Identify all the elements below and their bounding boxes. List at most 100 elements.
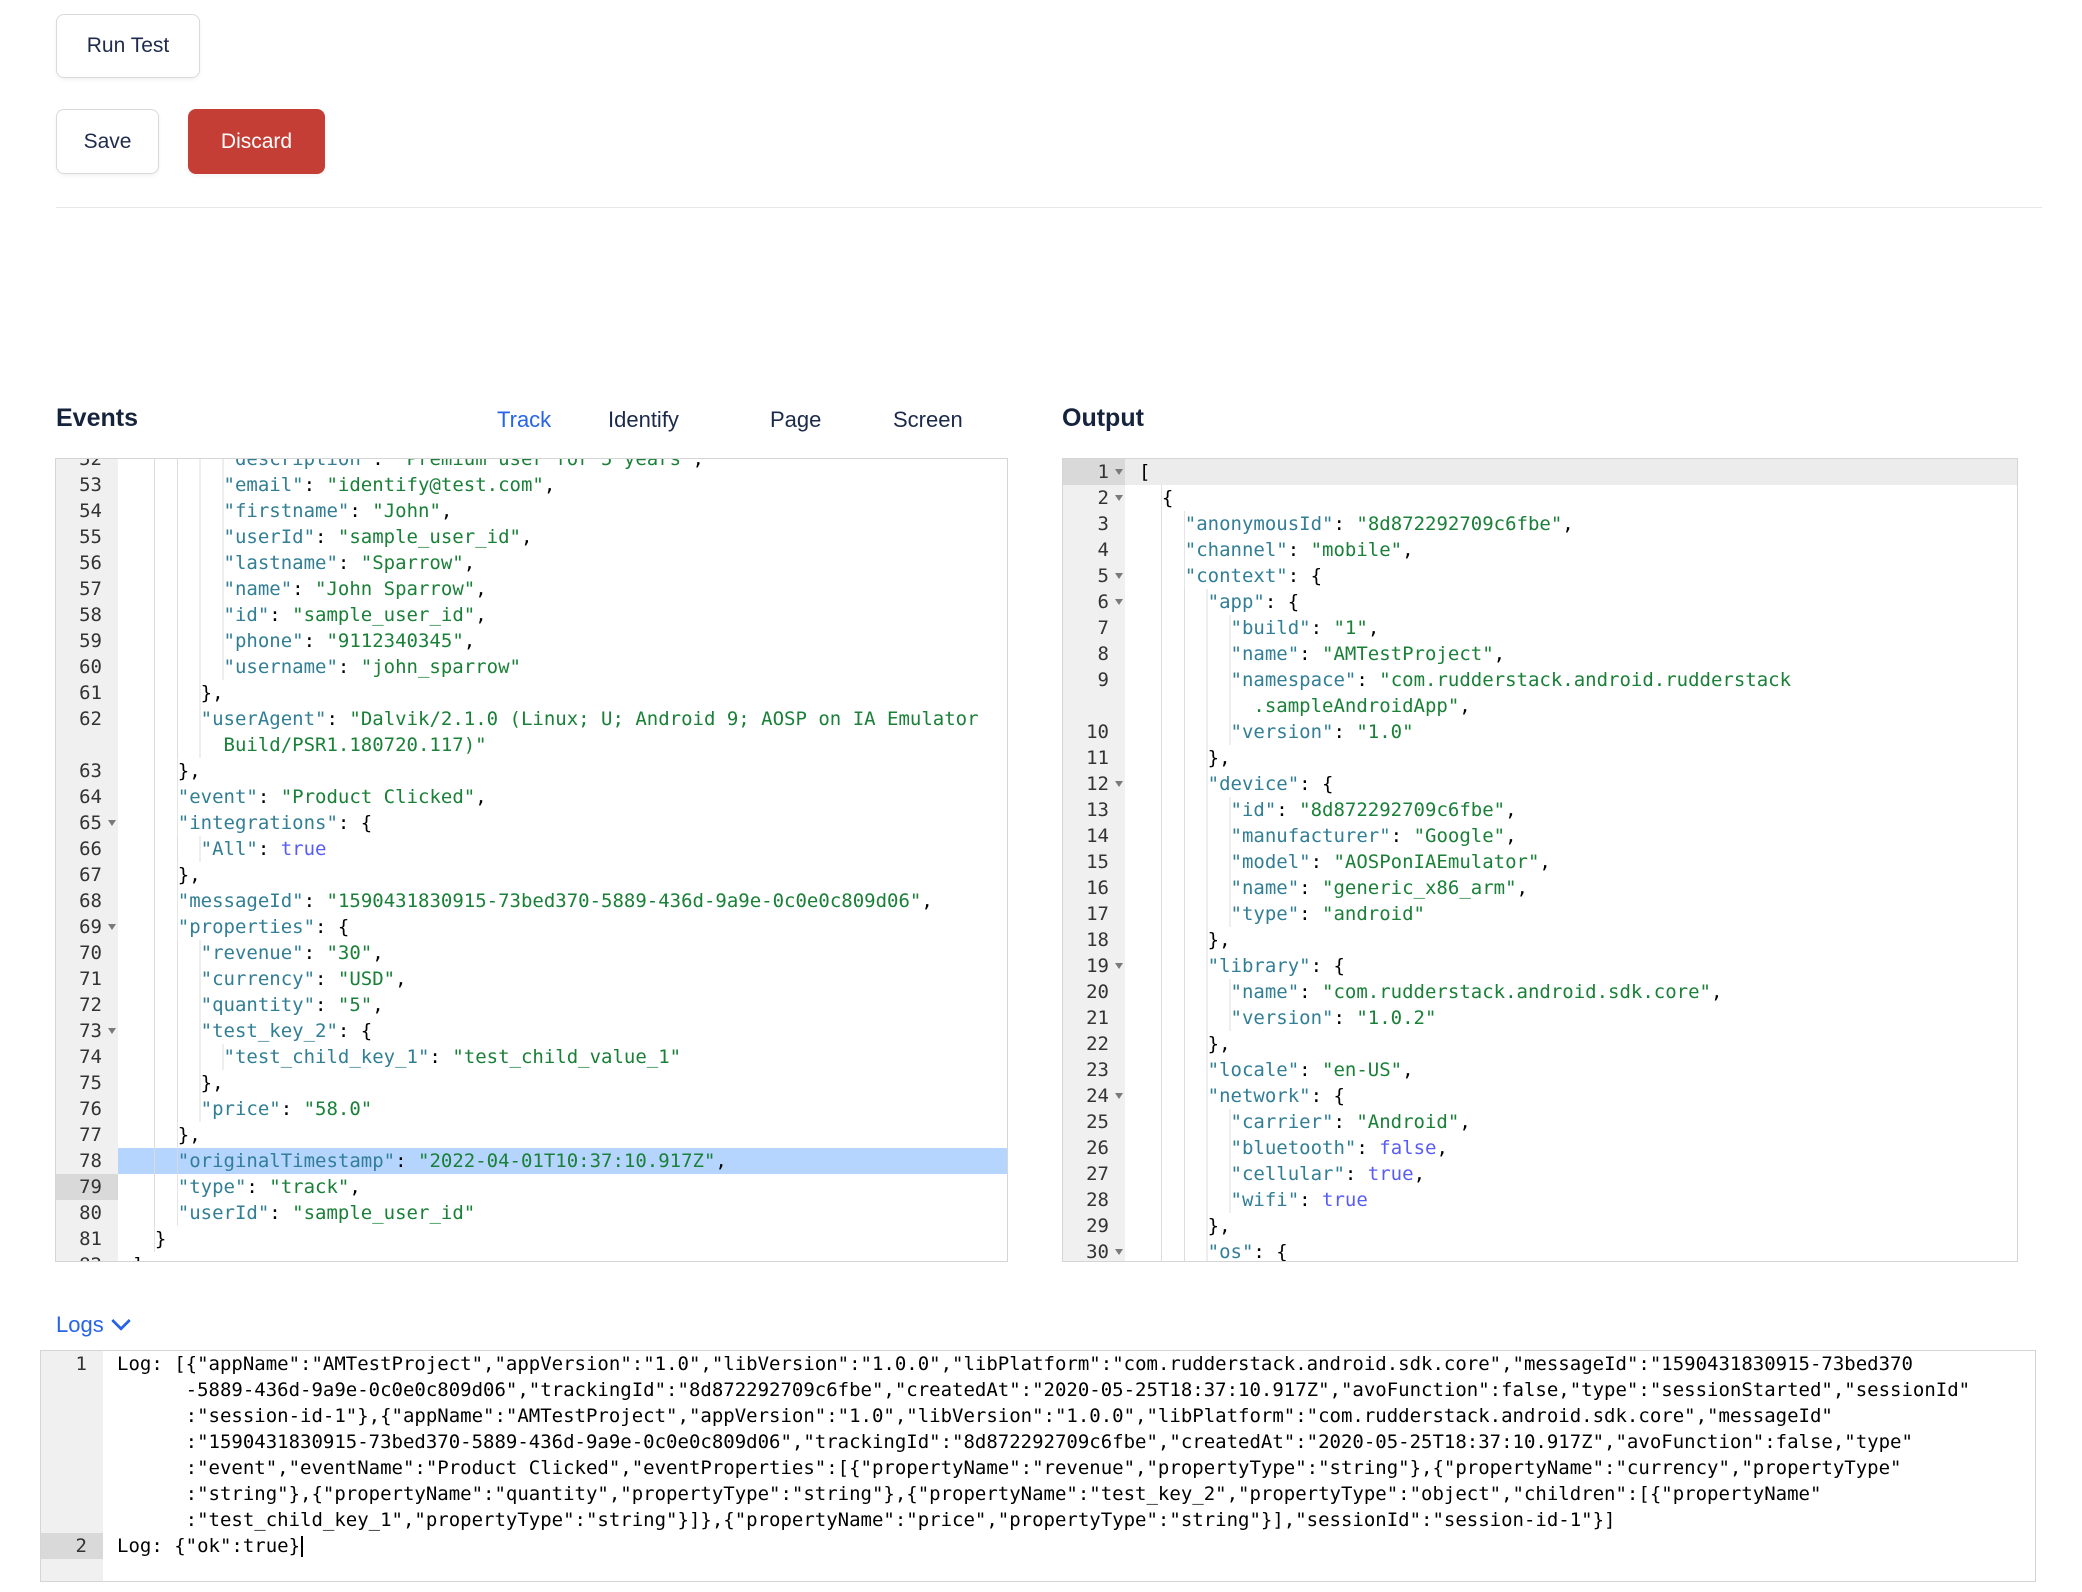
code-line[interactable]: 6 "app": {: [1063, 589, 2017, 615]
line-number[interactable]: 81: [56, 1226, 118, 1252]
code-text[interactable]: "originalTimestamp": "2022-04-01T10:37:1…: [118, 1148, 1007, 1174]
line-number[interactable]: 15: [1063, 849, 1125, 875]
code-text[interactable]: },: [118, 680, 1007, 706]
line-number[interactable]: 73: [56, 1018, 118, 1044]
code-text[interactable]: "context": {: [1125, 563, 2017, 589]
line-number[interactable]: 64: [56, 784, 118, 810]
code-line[interactable]: 64 "event": "Product Clicked",: [56, 784, 1007, 810]
line-number[interactable]: 2: [1063, 485, 1125, 511]
line-number[interactable]: 76: [56, 1096, 118, 1122]
code-text[interactable]: "type": "track",: [118, 1174, 1007, 1200]
line-number[interactable]: 18: [1063, 927, 1125, 953]
code-text[interactable]: "revenue": "30",: [118, 940, 1007, 966]
code-line[interactable]: 73 "test_key_2": {: [56, 1018, 1007, 1044]
code-text[interactable]: "carrier": "Android",: [1125, 1109, 2017, 1135]
line-number[interactable]: 10: [1063, 719, 1125, 745]
code-line[interactable]: 77 },: [56, 1122, 1007, 1148]
line-number[interactable]: 21: [1063, 1005, 1125, 1031]
code-line[interactable]: 72 "quantity": "5",: [56, 992, 1007, 1018]
fold-icon[interactable]: [108, 924, 116, 930]
line-number[interactable]: 23: [1063, 1057, 1125, 1083]
code-text[interactable]: "username": "john_sparrow": [118, 654, 1007, 680]
code-text[interactable]: "price": "58.0": [118, 1096, 1007, 1122]
code-line[interactable]: 79 "type": "track",: [56, 1174, 1007, 1200]
code-line[interactable]: 14 "manufacturer": "Google",: [1063, 823, 2017, 849]
line-number[interactable]: 61: [56, 680, 118, 706]
code-text[interactable]: "version": "1.0": [1125, 719, 2017, 745]
line-number[interactable]: 82: [56, 1252, 118, 1262]
code-line[interactable]: 2Log: {"ok":true}: [41, 1533, 2035, 1559]
code-line[interactable]: 9 "namespace": "com.rudderstack.android.…: [1063, 667, 2017, 719]
line-number[interactable]: 78: [56, 1148, 118, 1174]
line-number[interactable]: 11: [1063, 745, 1125, 771]
fold-icon[interactable]: [1115, 495, 1123, 501]
line-number[interactable]: 63: [56, 758, 118, 784]
line-number[interactable]: 9: [1063, 667, 1125, 719]
code-line[interactable]: 29 },: [1063, 1213, 2017, 1239]
code-text[interactable]: "userAgent": "Dalvik/2.1.0 (Linux; U; An…: [118, 706, 1007, 758]
code-line[interactable]: 53 "email": "identify@test.com",: [56, 472, 1007, 498]
line-number[interactable]: 68: [56, 888, 118, 914]
tab-track[interactable]: Track: [497, 407, 551, 433]
line-number[interactable]: 5: [1063, 563, 1125, 589]
code-line[interactable]: 78 "originalTimestamp": "2022-04-01T10:3…: [56, 1148, 1007, 1174]
tab-identify[interactable]: Identify: [608, 407, 679, 433]
line-number[interactable]: 59: [56, 628, 118, 654]
fold-icon[interactable]: [108, 820, 116, 826]
code-text[interactable]: "locale": "en-US",: [1125, 1057, 2017, 1083]
code-text[interactable]: "name": "AMTestProject",: [1125, 641, 2017, 667]
fold-icon[interactable]: [1115, 469, 1123, 475]
line-number[interactable]: 56: [56, 550, 118, 576]
code-line[interactable]: 12 "device": {: [1063, 771, 2017, 797]
code-text[interactable]: "event": "Product Clicked",: [118, 784, 1007, 810]
tab-page[interactable]: Page: [770, 407, 821, 433]
code-line[interactable]: 56 "lastname": "Sparrow",: [56, 550, 1007, 576]
fold-icon[interactable]: [1115, 573, 1123, 579]
code-text[interactable]: "name": "com.rudderstack.android.sdk.cor…: [1125, 979, 2017, 1005]
line-number[interactable]: 19: [1063, 953, 1125, 979]
line-number[interactable]: 26: [1063, 1135, 1125, 1161]
logs-editor[interactable]: 1Log: [{"appName":"AMTestProject","appVe…: [40, 1350, 2036, 1582]
code-line[interactable]: 16 "name": "generic_x86_arm",: [1063, 875, 2017, 901]
line-number[interactable]: 27: [1063, 1161, 1125, 1187]
tab-screen[interactable]: Screen: [893, 407, 963, 433]
code-line[interactable]: 25 "carrier": "Android",: [1063, 1109, 2017, 1135]
code-line[interactable]: 13 "id": "8d872292709c6fbe",: [1063, 797, 2017, 823]
code-line[interactable]: 4 "channel": "mobile",: [1063, 537, 2017, 563]
line-number[interactable]: 80: [56, 1200, 118, 1226]
code-line[interactable]: 21 "version": "1.0.2": [1063, 1005, 2017, 1031]
code-line[interactable]: 74 "test_child_key_1": "test_child_value…: [56, 1044, 1007, 1070]
code-text[interactable]: "id": "8d872292709c6fbe",: [1125, 797, 2017, 823]
code-text[interactable]: },: [1125, 927, 2017, 953]
line-number[interactable]: 6: [1063, 589, 1125, 615]
code-line[interactable]: 10 "version": "1.0": [1063, 719, 2017, 745]
code-text[interactable]: ]: [118, 1252, 1007, 1262]
code-text[interactable]: "userId": "sample_user_id": [118, 1200, 1007, 1226]
code-text[interactable]: "test_key_2": {: [118, 1018, 1007, 1044]
code-line[interactable]: 28 "wifi": true: [1063, 1187, 2017, 1213]
code-line[interactable]: 1Log: [{"appName":"AMTestProject","appVe…: [41, 1351, 2035, 1533]
fold-icon[interactable]: [1115, 1249, 1123, 1255]
line-number[interactable]: 1: [41, 1351, 103, 1533]
code-text[interactable]: },: [118, 1122, 1007, 1148]
save-button[interactable]: Save: [56, 109, 159, 174]
line-number[interactable]: 57: [56, 576, 118, 602]
run-test-button[interactable]: Run Test: [56, 14, 200, 78]
line-number[interactable]: 20: [1063, 979, 1125, 1005]
code-line[interactable]: 67 },: [56, 862, 1007, 888]
code-line[interactable]: 23 "locale": "en-US",: [1063, 1057, 2017, 1083]
code-text[interactable]: },: [1125, 1213, 2017, 1239]
code-line[interactable]: 57 "name": "John Sparrow",: [56, 576, 1007, 602]
line-number[interactable]: 54: [56, 498, 118, 524]
line-number[interactable]: 12: [1063, 771, 1125, 797]
line-number[interactable]: 3: [1063, 511, 1125, 537]
code-line[interactable]: 15 "model": "AOSPonIAEmulator",: [1063, 849, 2017, 875]
code-line[interactable]: 80 "userId": "sample_user_id": [56, 1200, 1007, 1226]
code-line[interactable]: 27 "cellular": true,: [1063, 1161, 2017, 1187]
code-text[interactable]: "email": "identify@test.com",: [118, 472, 1007, 498]
code-line[interactable]: 22 },: [1063, 1031, 2017, 1057]
code-line[interactable]: 61 },: [56, 680, 1007, 706]
code-text[interactable]: "bluetooth": false,: [1125, 1135, 2017, 1161]
code-text[interactable]: "name": "generic_x86_arm",: [1125, 875, 2017, 901]
line-number[interactable]: 58: [56, 602, 118, 628]
